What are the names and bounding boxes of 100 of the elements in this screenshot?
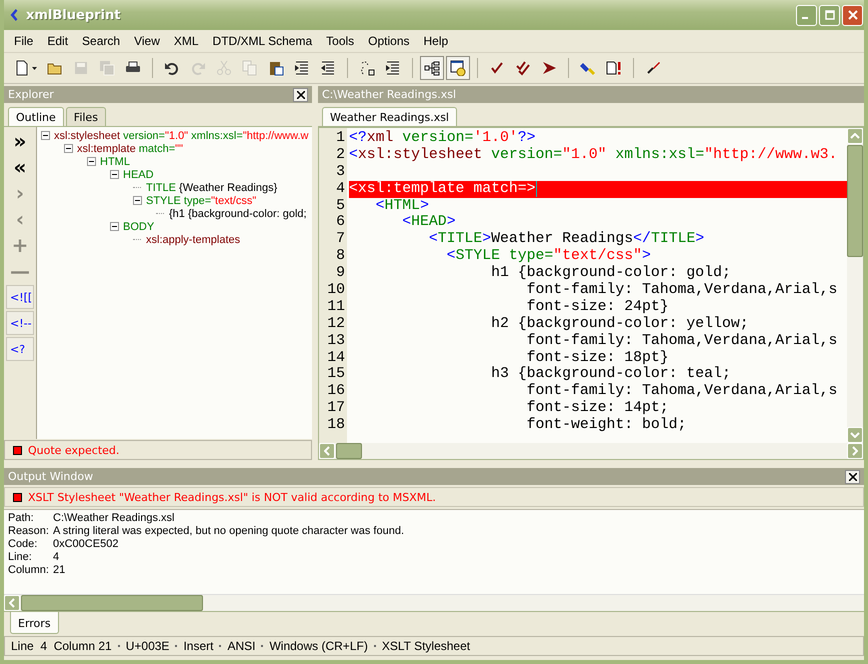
tree-node[interactable]: STYLE type="text/css" [146, 194, 256, 206]
status-text: Windows (CR+LF) [269, 639, 368, 653]
indent-icon [294, 60, 310, 76]
detail-value: 21 [53, 564, 66, 577]
chevron-down-icon [850, 432, 860, 438]
maximize-icon [824, 10, 834, 20]
line-number: 2 [335, 146, 345, 164]
line-number: 3 [335, 164, 345, 181]
code-line: font-size: 24pt} [526, 298, 669, 316]
list-arrow-icon [385, 60, 401, 76]
scroll-thumb[interactable] [847, 145, 863, 257]
close-button[interactable] [293, 88, 308, 102]
document-exclamation-icon [606, 60, 622, 76]
line-number: 18 [326, 417, 345, 434]
collapse-toggle[interactable] [133, 196, 142, 205]
redo-icon [190, 60, 206, 76]
tree-node[interactable]: BODY [123, 220, 154, 232]
collapse-toggle[interactable] [64, 144, 73, 153]
line-number: 12 [326, 316, 345, 333]
tree-view-button[interactable] [420, 56, 444, 80]
tab[interactable]: Errors [10, 612, 59, 634]
detail-value: C:\Weather Readings.xsl [53, 512, 174, 525]
detail-label: Reason: [8, 525, 50, 538]
tree-view-icon [424, 60, 440, 76]
menu-item[interactable]: Help [416, 34, 456, 48]
error-icon [13, 492, 22, 502]
menu-item[interactable]: View [127, 34, 167, 48]
tree-node[interactable]: xsl:apply-templates [146, 234, 240, 246]
side-tool-button[interactable]: <![[ [6, 285, 34, 309]
chevron-right-icon [852, 446, 858, 456]
close-icon [848, 10, 858, 20]
tree-node[interactable]: TITLE {Weather Readings} [146, 182, 278, 194]
panel-title: Explorer [8, 88, 54, 101]
line-number: 7 [335, 231, 345, 248]
close-icon [848, 472, 856, 480]
menu-item[interactable]: File [7, 34, 40, 48]
window-chat-icon [450, 60, 466, 76]
menu-item[interactable]: Options [361, 34, 417, 48]
new-document-icon [14, 60, 30, 76]
code-line: font-family: Tahoma,Verdana,Arial,s [526, 332, 838, 350]
code-line: <xsl:template match=> [349, 180, 536, 198]
line-number: 13 [326, 332, 345, 350]
line-number: 1 [335, 130, 345, 147]
status-text: XSLT Stylesheet [382, 639, 470, 653]
code-line: h2 {background-color: yellow; [490, 316, 749, 333]
status-text: Line 4 Column 21 [11, 639, 112, 653]
scroll-thumb[interactable] [21, 595, 203, 611]
tab[interactable]: Weather Readings.xsl [322, 107, 457, 126]
line-number: 9 [335, 265, 345, 282]
code-line: <STYLE type="text/css"> [446, 248, 651, 265]
side-tool-button[interactable]: <!-- [6, 311, 34, 335]
save-icon [73, 60, 89, 76]
scroll-thumb[interactable] [336, 443, 362, 459]
tab[interactable]: Files [66, 107, 106, 126]
status-text: Insert [183, 639, 214, 653]
highlighter-icon [580, 60, 596, 76]
maximize-button[interactable] [819, 4, 840, 26]
line-number: 11 [326, 298, 345, 316]
tree-node[interactable]: {h1 {background-color: gold; [169, 208, 307, 220]
collapse-toggle[interactable] [87, 157, 96, 166]
menu-item[interactable]: Search [75, 34, 128, 48]
detail-label: Code: [8, 538, 38, 551]
chevron-logo-icon [8, 7, 20, 23]
save-all-icon [99, 60, 115, 76]
line-number: 4 [335, 180, 345, 198]
menu-item[interactable]: Tools [319, 34, 362, 48]
tree-node[interactable]: HTML [100, 156, 130, 168]
minimize-button[interactable] [796, 4, 817, 26]
checkmark-icon [489, 60, 505, 76]
scissors-icon [216, 60, 232, 76]
double-checkmark-icon [515, 60, 531, 76]
code-line: <xsl:stylesheet version="1.0" xmlns:xsl="http://www.w3. [349, 146, 838, 164]
close-icon [296, 90, 304, 98]
menu-item[interactable]: XML [166, 34, 206, 48]
play-arrow-icon [541, 60, 557, 76]
side-tool-button[interactable]: « [6, 155, 34, 179]
side-tool-button[interactable]: » [6, 129, 34, 153]
tab[interactable]: Outline [8, 107, 64, 126]
detail-value: 0xC00CE502 [53, 538, 118, 551]
line-number: 6 [335, 214, 345, 232]
tree-node[interactable]: xsl:template match="" [77, 142, 183, 154]
copy-icon [242, 60, 258, 76]
outdent-icon [320, 60, 336, 76]
tree-node[interactable]: xsl:stylesheet version="1.0" xmlns:xsl="http://www.w [54, 130, 308, 142]
menu-item[interactable]: Edit [40, 34, 76, 48]
error-icon [13, 446, 22, 454]
collapse-toggle[interactable] [110, 222, 119, 231]
error-message: Quote expected. [28, 444, 120, 456]
close-button[interactable] [845, 470, 860, 484]
side-tool-button[interactable]: <? [6, 337, 34, 361]
line-number: 16 [326, 383, 345, 400]
detail-label: Path: [8, 512, 35, 525]
window-title: xmlBlueprint [26, 8, 120, 22]
chevron-left-icon [9, 598, 15, 608]
menu-item[interactable]: DTD/XML Schema [206, 34, 320, 48]
collapse-toggle[interactable] [41, 131, 50, 140]
window-chat-button[interactable] [446, 56, 470, 80]
detail-label: Column: [8, 564, 50, 577]
tree-node[interactable]: HEAD [123, 168, 154, 180]
collapse-toggle[interactable] [110, 170, 119, 179]
